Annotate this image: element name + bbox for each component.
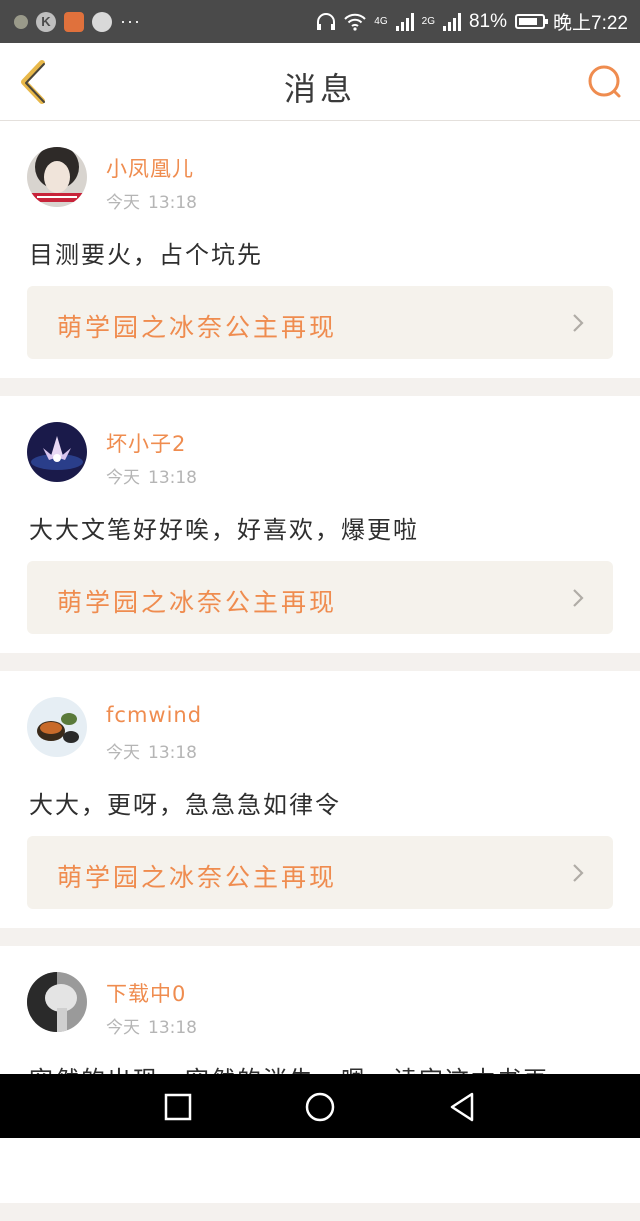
- time-label: 今天: [106, 743, 140, 763]
- book-link[interactable]: 萌学园之冰奈公主再现: [27, 286, 613, 359]
- home-circle-icon[interactable]: [304, 1091, 336, 1123]
- message-card: fcmwind 今天 13:18 大大，更呀，急急急如律令 萌学园之冰奈公主再现: [0, 671, 640, 928]
- k-app-icon: K: [36, 11, 56, 32]
- time-label: 今天: [106, 193, 140, 213]
- time-value: 13:18: [148, 193, 197, 213]
- time-label: 今天: [106, 1018, 140, 1038]
- book-link[interactable]: 萌学园之冰奈公主再现: [27, 836, 613, 909]
- timestamp: 今天 13:18: [106, 738, 197, 763]
- wifi-icon: [344, 13, 367, 31]
- battery-icon: [515, 14, 549, 29]
- time-value: 13:18: [148, 1018, 197, 1038]
- comment-text: 目测要火，占个坑先: [29, 241, 263, 269]
- book-title: 萌学园之冰奈公主再现: [57, 863, 338, 892]
- recents-square-icon[interactable]: [162, 1091, 194, 1123]
- signal-icon-2: [442, 12, 461, 31]
- search-icon[interactable]: [586, 63, 624, 101]
- timestamp: 今天 13:18: [106, 1013, 197, 1038]
- book-link[interactable]: 萌学园之冰奈公主再现: [27, 561, 613, 634]
- navigation-bar: [0, 1074, 640, 1138]
- book-title: 萌学园之冰奈公主再现: [57, 588, 338, 617]
- timestamp: 今天 13:18: [106, 463, 197, 488]
- time-value: 13:18: [148, 468, 197, 488]
- book-title: 萌学园之冰奈公主再现: [57, 313, 338, 342]
- chevron-right-icon: [573, 314, 584, 332]
- message-list: 小凤凰儿 今天 13:18 目测要火，占个坑先 萌学园之冰奈公主再现 坏小子2 今…: [0, 121, 640, 1221]
- message-card: 坏小子2 今天 13:18 大大文笔好好唉，好喜欢，爆更啦 萌学园之冰奈公主再现: [0, 396, 640, 653]
- status-bar: K ··· 4G 2G 81% 晚上7:22: [0, 0, 640, 43]
- timestamp: 今天 13:18: [106, 188, 197, 213]
- notification-icon: [14, 14, 28, 29]
- username[interactable]: 下载中0: [106, 978, 186, 1008]
- time-label: 今天: [106, 468, 140, 488]
- page-title: 消息: [283, 70, 356, 108]
- avatar[interactable]: [27, 422, 87, 482]
- chevron-right-icon: [573, 589, 584, 607]
- heart-app-icon: [64, 11, 84, 32]
- avatar[interactable]: [27, 972, 87, 1032]
- network-type-2: 2G: [421, 16, 435, 27]
- back-triangle-icon[interactable]: [446, 1091, 478, 1123]
- battery-percent: 81%: [468, 10, 508, 32]
- clock: 晚上7:22: [553, 13, 628, 34]
- message-card: 小凤凰儿 今天 13:18 目测要火，占个坑先 萌学园之冰奈公主再现: [0, 121, 640, 378]
- header: 消息: [0, 43, 640, 121]
- time-value: 13:18: [148, 743, 197, 763]
- headphones-icon: [317, 12, 336, 30]
- network-type-1: 4G: [374, 16, 388, 27]
- username[interactable]: 坏小子2: [106, 428, 186, 458]
- username[interactable]: fcmwind: [106, 703, 202, 727]
- avatar[interactable]: [27, 697, 87, 757]
- comment-text: 大大，更呀，急急急如律令: [29, 791, 341, 819]
- status-bar-left: K ···: [0, 11, 141, 32]
- chevron-right-icon: [573, 864, 584, 882]
- signal-icon: [395, 12, 414, 31]
- avatar[interactable]: [27, 147, 87, 207]
- status-bar-right: 4G 2G 81% 晚上7:22: [316, 8, 640, 35]
- comment-text: 大大文笔好好唉，好喜欢，爆更啦: [29, 516, 419, 544]
- overflow-dots: ···: [120, 11, 141, 31]
- chat-app-icon: [92, 11, 112, 32]
- username[interactable]: 小凤凰儿: [106, 153, 194, 183]
